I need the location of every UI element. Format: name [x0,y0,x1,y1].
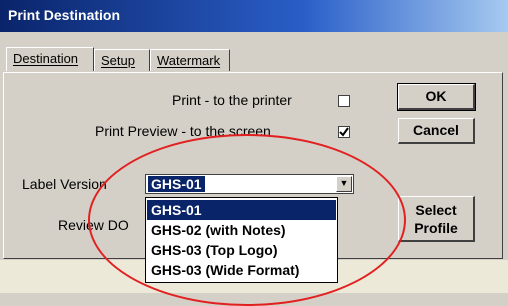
print-preview-checkbox[interactable] [338,126,350,138]
tab-setup[interactable]: Setup [94,49,150,71]
tab-watermark[interactable]: Watermark [150,49,230,71]
checkmark-icon [339,127,349,137]
print-destination-dialog: Print Destination Destination Setup Wate… [0,0,508,306]
label-version-label: Label Version [22,176,107,192]
dropdown-option-ghs-03-wide[interactable]: GHS-03 (Wide Format) [147,260,336,280]
print-printer-label: Print - to the printer [172,92,292,108]
print-preview-label: Print Preview - to the screen [95,123,271,139]
ok-button[interactable]: OK [397,83,476,111]
review-label: Review DO [58,217,129,233]
dropdown-option-ghs-03-top[interactable]: GHS-03 (Top Logo) [147,240,336,260]
label-version-combobox[interactable]: GHS-01 ▼ [145,174,354,194]
label-version-selected-value: GHS-01 [148,176,205,192]
cancel-button[interactable]: Cancel [398,118,475,144]
window-title: Print Destination [8,7,121,23]
label-version-dropdown-list: GHS-01 GHS-02 (with Notes) GHS-03 (Top L… [145,197,338,283]
title-bar: Print Destination [0,0,508,32]
dropdown-option-ghs-01[interactable]: GHS-01 [147,200,336,220]
select-profile-button[interactable]: Select Profile [398,196,475,242]
dropdown-option-ghs-02[interactable]: GHS-02 (with Notes) [147,220,336,240]
chevron-down-icon[interactable]: ▼ [336,176,352,192]
tab-destination[interactable]: Destination [6,47,94,71]
print-printer-checkbox[interactable] [338,95,350,107]
